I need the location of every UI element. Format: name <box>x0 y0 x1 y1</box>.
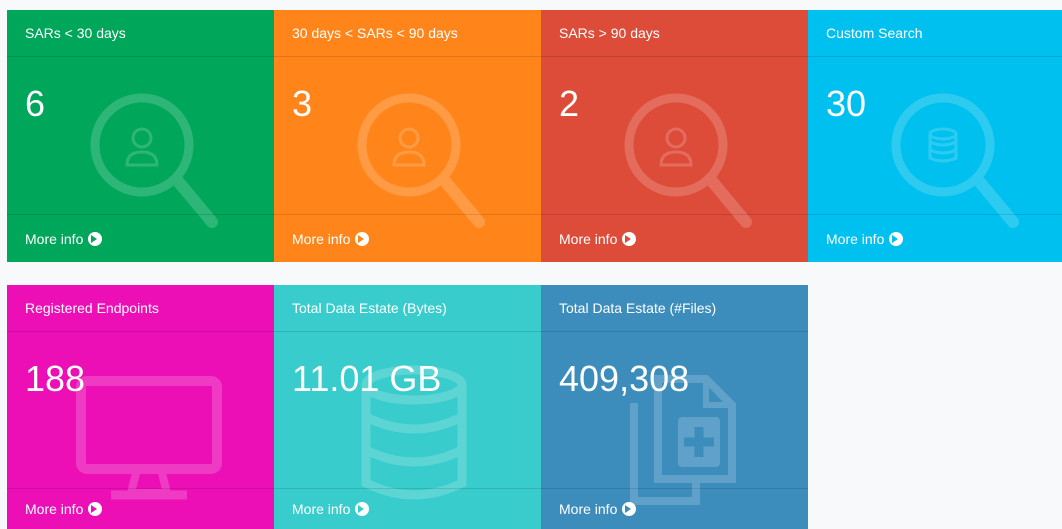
more-info-link[interactable]: More info <box>541 488 808 529</box>
desktop-icon <box>76 376 222 500</box>
stat-card-sars-under-30: SARs < 30 days 6 More info <box>7 10 274 262</box>
card-title: Registered Endpoints <box>7 285 274 332</box>
card-value: 6 <box>25 83 46 124</box>
more-info-label: More info <box>25 501 84 517</box>
stat-card-sars-30-90: 30 days < SARs < 90 days 3 More info <box>274 10 541 262</box>
arrow-circle-right-icon <box>88 502 103 516</box>
more-info-label: More info <box>559 501 618 517</box>
arrow-circle-right-icon <box>355 231 370 246</box>
more-info-link[interactable]: More info <box>274 488 541 529</box>
more-info-label: More info <box>292 501 351 517</box>
stats-row-2: Registered Endpoints 188 More info Total… <box>7 285 808 529</box>
card-title: Total Data Estate (Bytes) <box>274 285 541 332</box>
stat-card-registered-endpoints: Registered Endpoints 188 More info <box>7 285 274 529</box>
card-value: 30 <box>826 83 867 124</box>
arrow-circle-right-icon <box>355 502 370 516</box>
card-title: 30 days < SARs < 90 days <box>274 10 541 57</box>
more-info-label: More info <box>826 230 885 247</box>
stat-card-sars-over-90: SARs > 90 days 2 More info <box>541 10 808 262</box>
card-value: 188 <box>25 358 86 399</box>
stat-card-custom-search: Custom Search 30 More info <box>808 10 1062 262</box>
arrow-circle-right-icon <box>88 231 103 246</box>
card-title: Custom Search <box>808 10 1062 57</box>
card-value: 2 <box>559 83 580 124</box>
more-info-label: More info <box>25 230 84 247</box>
stat-card-data-estate-bytes: Total Data Estate (Bytes) 11.01 GB More … <box>274 285 541 529</box>
card-value: 11.01 GB <box>292 358 442 399</box>
more-info-label: More info <box>292 230 351 247</box>
more-info-link[interactable]: More info <box>7 488 274 529</box>
card-title: SARs < 30 days <box>7 10 274 57</box>
stat-card-data-estate-files: Total Data Estate (#Files) 409,308 More … <box>541 285 808 529</box>
more-info-link[interactable]: More info <box>7 214 274 262</box>
arrow-circle-right-icon <box>889 231 904 246</box>
more-info-label: More info <box>559 230 618 247</box>
more-info-link[interactable]: More info <box>808 214 1062 262</box>
arrow-circle-right-icon <box>622 502 637 516</box>
stats-row-1: SARs < 30 days 6 More info 30 days < SAR… <box>7 10 1062 262</box>
arrow-circle-right-icon <box>622 231 637 246</box>
card-value: 3 <box>292 83 313 124</box>
card-title: Total Data Estate (#Files) <box>541 285 808 332</box>
more-info-link[interactable]: More info <box>541 214 808 262</box>
card-title: SARs > 90 days <box>541 10 808 57</box>
card-value: 409,308 <box>559 358 690 399</box>
more-info-link[interactable]: More info <box>274 214 541 262</box>
